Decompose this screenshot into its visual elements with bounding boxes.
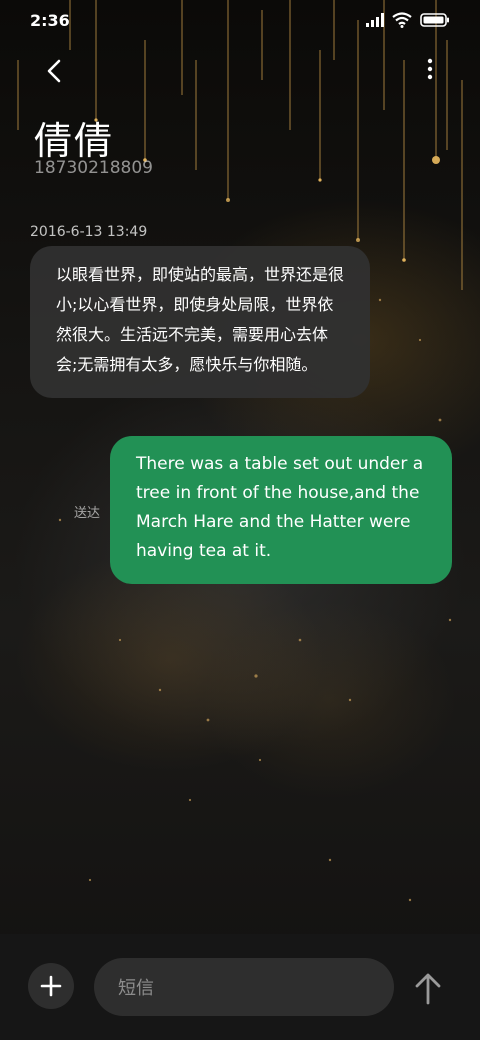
status-icons bbox=[366, 12, 450, 28]
send-icon[interactable] bbox=[412, 970, 444, 1006]
back-icon[interactable] bbox=[40, 56, 70, 86]
add-attachment-button[interactable] bbox=[28, 963, 74, 1009]
battery-icon bbox=[420, 13, 449, 27]
incoming-message-bubble[interactable]: 以眼看世界，即使站的最高，世界还是很小;以心看世界，即使身处局限，世界依然很大。… bbox=[30, 246, 370, 398]
message-input-placeholder: 短信 bbox=[118, 978, 154, 999]
status-bar: 2:36 bbox=[0, 0, 480, 40]
signal-icon bbox=[366, 13, 384, 27]
delivery-status: 送达 bbox=[74, 506, 101, 521]
more-icon[interactable] bbox=[420, 56, 440, 82]
contact-number[interactable]: 18730218809 bbox=[34, 158, 153, 178]
message-timestamp: 2016-6-13 13:49 bbox=[30, 224, 148, 240]
wifi-icon bbox=[392, 12, 412, 28]
status-time: 2:36 bbox=[30, 10, 70, 30]
outgoing-message-bubble[interactable]: There was a table set out under a tree i… bbox=[110, 436, 452, 584]
message-input[interactable]: 短信 bbox=[94, 958, 394, 1016]
add-icon bbox=[40, 975, 62, 997]
contact-name: 倩倩 bbox=[34, 119, 115, 163]
